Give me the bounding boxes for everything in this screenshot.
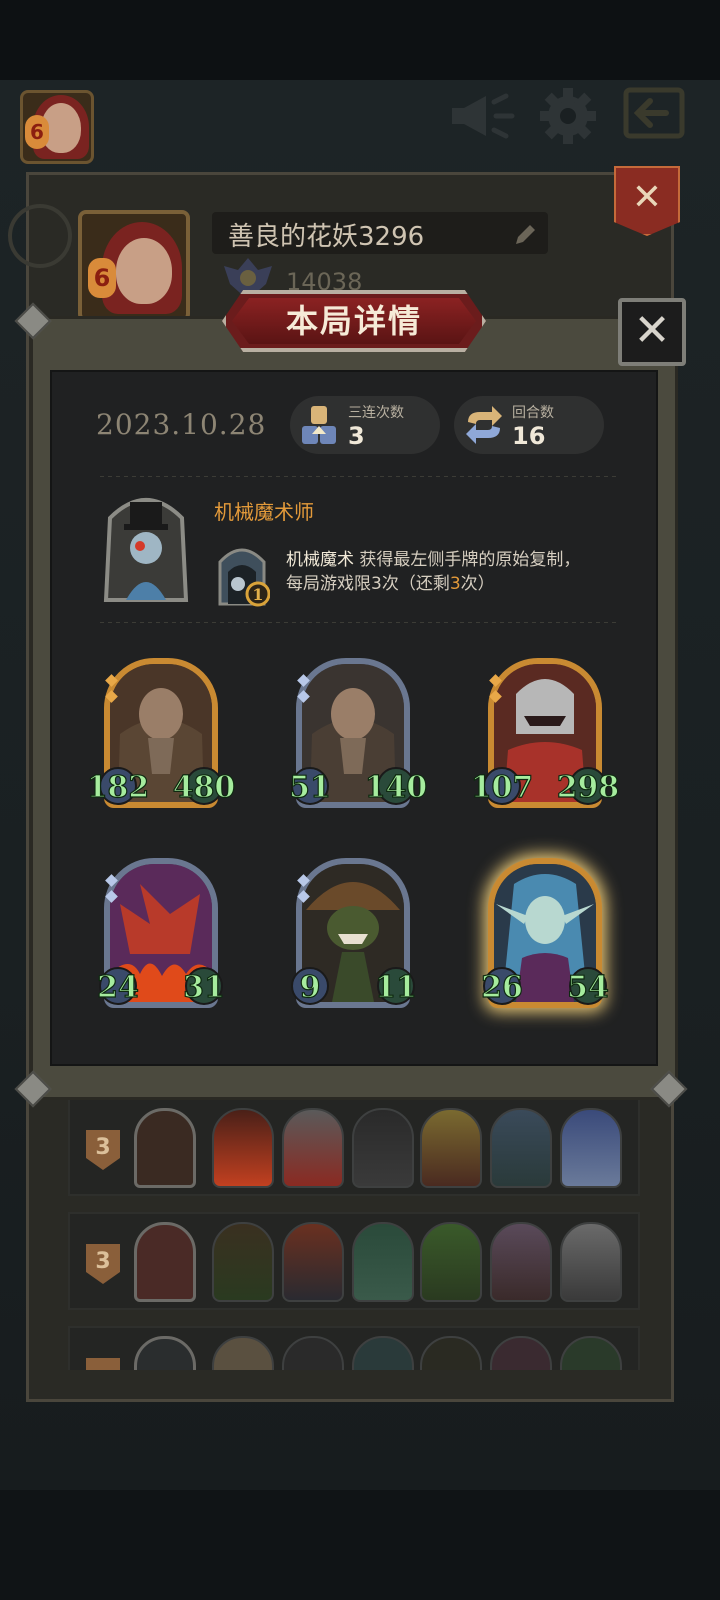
health-value: 140 xyxy=(365,770,428,805)
attack-value: 9 xyxy=(300,970,321,1005)
attack-value: 182 xyxy=(87,770,150,805)
tier-gem xyxy=(105,890,118,903)
card-stats-layer: 182 480 51 140 107 298 24 31 9 11 26 54 xyxy=(86,674,620,1006)
tier-gem xyxy=(105,874,118,887)
tier-gem xyxy=(105,674,118,687)
tier-gem xyxy=(105,690,118,703)
attack-value: 107 xyxy=(471,770,534,805)
tier-gem xyxy=(297,874,310,887)
tier-gem xyxy=(297,890,310,903)
tier-gem xyxy=(489,674,502,687)
health-value: 298 xyxy=(557,770,620,805)
health-value: 54 xyxy=(567,970,609,1005)
attack-value: 26 xyxy=(481,970,523,1005)
tier-gem xyxy=(297,674,310,687)
tier-gem xyxy=(489,690,502,703)
health-value: 480 xyxy=(173,770,236,805)
tier-gem xyxy=(297,690,310,703)
attack-value: 24 xyxy=(97,970,139,1005)
attack-value: 51 xyxy=(289,770,331,805)
health-value: 31 xyxy=(183,970,225,1005)
health-value: 11 xyxy=(375,970,417,1005)
